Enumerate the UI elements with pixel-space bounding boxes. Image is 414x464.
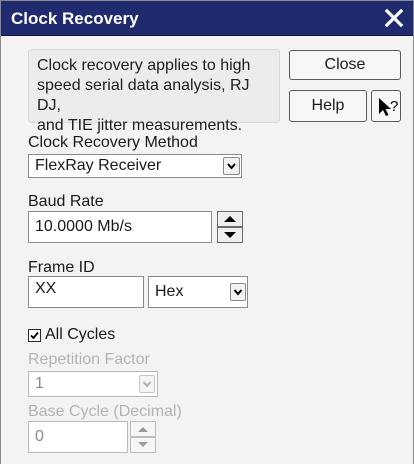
spin-down-icon xyxy=(138,442,148,447)
repetition-factor-label: Repetition Factor xyxy=(28,351,150,368)
spin-up-icon xyxy=(224,216,236,222)
info-line-1: Clock recovery applies to high xyxy=(37,57,251,74)
baud-down-button[interactable] xyxy=(217,227,243,243)
whats-this-button[interactable]: ? xyxy=(371,90,401,122)
clock-recovery-dialog: Clock Recovery Clock recovery applies to… xyxy=(0,0,414,464)
baud-rate-spinner[interactable] xyxy=(217,211,243,243)
baud-rate-input[interactable]: 10.0000 Mb/s xyxy=(28,211,212,243)
close-button[interactable]: Close xyxy=(289,50,401,80)
base-cycle-input: 0 xyxy=(28,421,128,453)
whats-this-pointer-icon: ? xyxy=(379,98,398,116)
all-cycles-checkbox[interactable] xyxy=(28,329,41,342)
dialog-content: Clock recovery applies to high speed ser… xyxy=(1,36,413,464)
repetition-dropdown-button xyxy=(139,375,155,393)
chevron-down-icon xyxy=(227,163,236,170)
chevron-down-icon xyxy=(142,381,152,388)
info-panel: Clock recovery applies to high speed ser… xyxy=(28,49,280,134)
frame-id-label: Frame ID xyxy=(28,259,95,276)
info-line-2: speed serial data analysis, RJ DJ, xyxy=(37,77,250,114)
frame-format-value: Hex xyxy=(155,283,184,300)
window-title: Clock Recovery xyxy=(11,9,139,28)
baud-rate-label: Baud Rate xyxy=(28,193,104,210)
chevron-down-icon xyxy=(233,289,243,296)
method-dropdown-button[interactable] xyxy=(223,157,240,175)
svg-text:?: ? xyxy=(390,98,398,115)
help-button[interactable]: Help xyxy=(289,90,367,122)
base-cycle-down-button xyxy=(130,437,156,453)
checkmark-icon xyxy=(30,331,39,340)
base-cycle-label: Base Cycle (Decimal) xyxy=(28,403,182,420)
spin-down-icon xyxy=(224,232,236,238)
info-line-3: and TIE jitter measurements. xyxy=(37,117,243,134)
method-value: FlexRay Receiver xyxy=(35,157,162,174)
frame-id-input[interactable]: XX xyxy=(28,276,144,308)
baud-up-button[interactable] xyxy=(217,211,243,227)
frame-format-dropdown-button[interactable] xyxy=(230,283,246,301)
spin-up-icon xyxy=(138,427,148,432)
base-cycle-up-button xyxy=(130,421,156,437)
repetition-factor-value: 1 xyxy=(35,375,44,392)
base-cycle-spinner xyxy=(130,421,156,453)
method-label: Clock Recovery Method xyxy=(28,134,198,151)
method-select[interactable]: FlexRay Receiver xyxy=(28,154,242,178)
all-cycles-label[interactable]: All Cycles xyxy=(45,326,115,344)
title-bar: Clock Recovery xyxy=(1,1,413,36)
close-icon[interactable] xyxy=(383,7,405,29)
